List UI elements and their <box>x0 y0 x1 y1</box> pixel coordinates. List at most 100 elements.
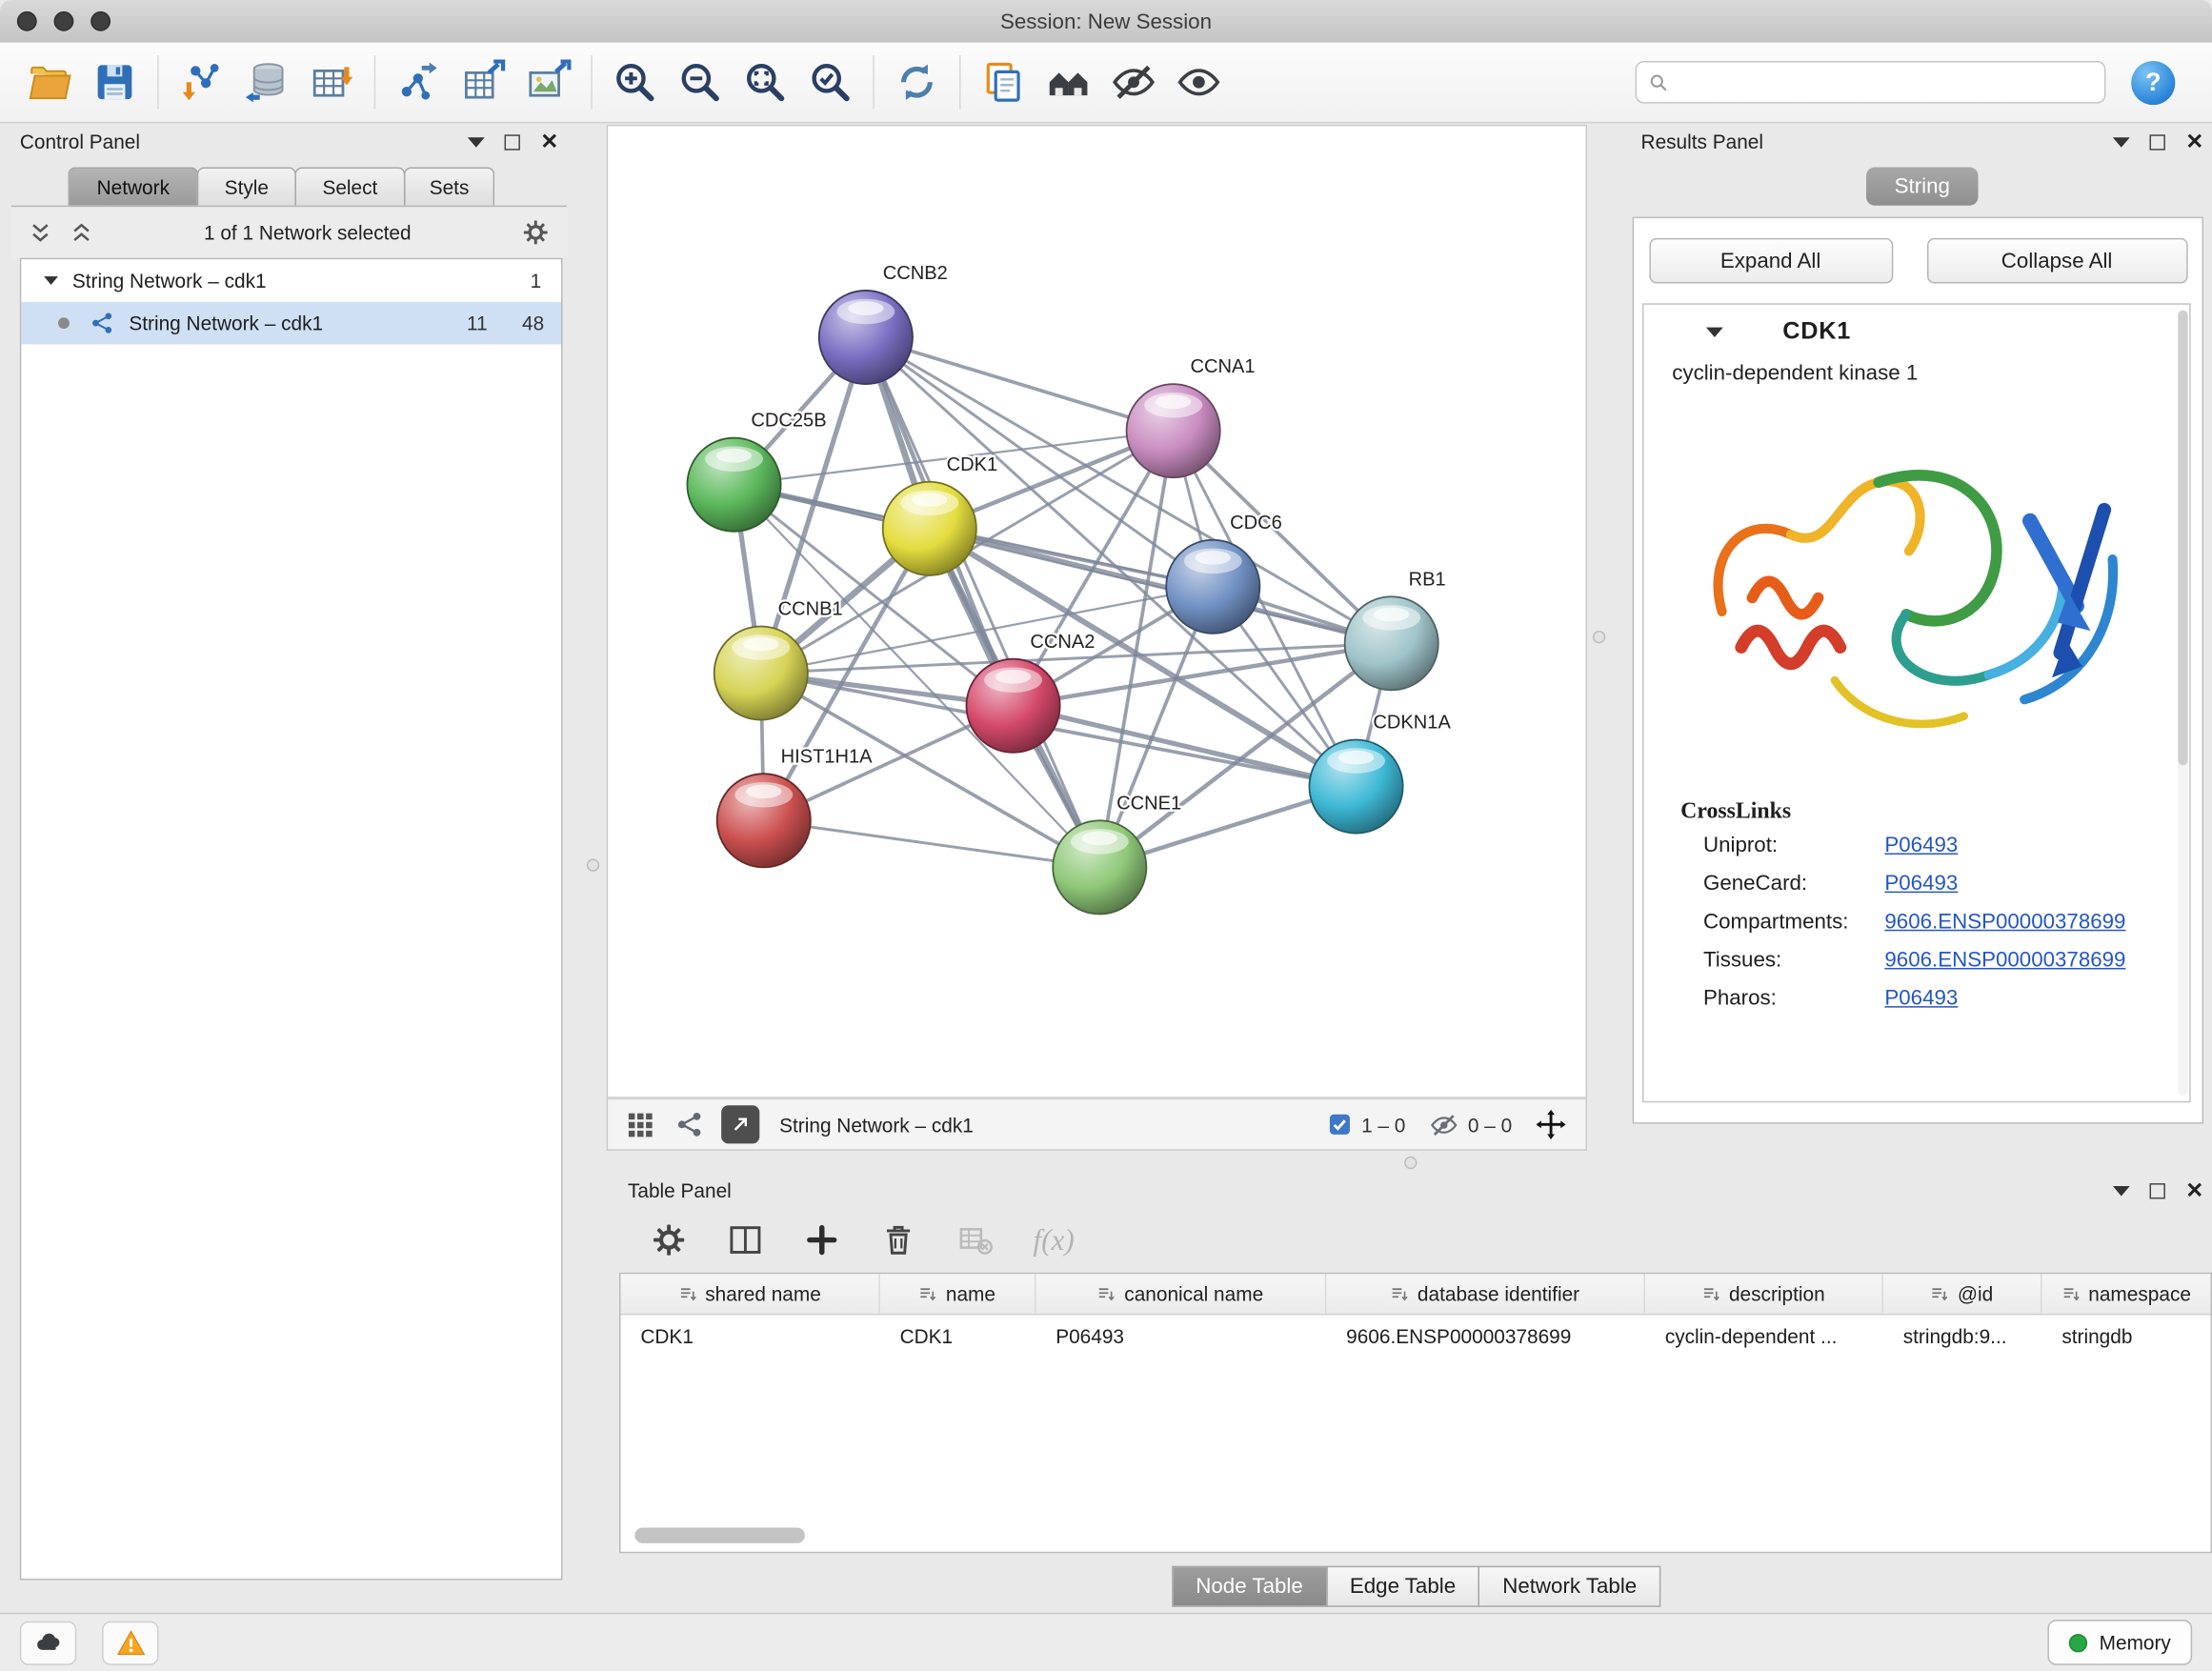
search-field[interactable] <box>1636 61 2106 104</box>
search-icon <box>1648 71 1669 92</box>
float-panel-icon[interactable] <box>2150 1182 2165 1198</box>
copy-button[interactable] <box>971 50 1036 114</box>
column-header-namespace[interactable]: namespace <box>2041 1274 2210 1314</box>
crosslink-label: Compartments: <box>1703 910 1884 934</box>
maximize-window-button[interactable] <box>90 11 111 31</box>
tab-network-table[interactable]: Network Table <box>1478 1566 1661 1607</box>
network-graph[interactable]: CCNB2CCNA1CDC25BCDK1CDC6RB1CCNB1CCNA2CDK… <box>608 126 1585 1097</box>
crosslink-uniprot-link[interactable]: P06493 <box>1884 834 1958 857</box>
import-network-file-button[interactable] <box>169 50 233 114</box>
results-scrollbar[interactable] <box>2178 311 2187 1096</box>
close-panel-icon[interactable]: ✕ <box>2185 131 2203 152</box>
cell-id[interactable]: stringdb:9... <box>1883 1325 2042 1348</box>
table-row[interactable]: CDK1 CDK1 P06493 9606.ENSP00000378699 cy… <box>621 1315 2211 1358</box>
network-collection-row[interactable]: String Network – cdk1 1 <box>21 259 561 302</box>
warnings-button[interactable] <box>102 1621 158 1664</box>
chevrons-up-icon[interactable] <box>70 220 93 244</box>
tab-style[interactable]: Style <box>197 168 296 206</box>
zoom-in-button[interactable] <box>602 50 667 114</box>
close-panel-icon[interactable]: ✕ <box>2185 1179 2203 1200</box>
overview-button[interactable] <box>1036 50 1100 114</box>
panel-menu-icon[interactable] <box>2113 137 2130 147</box>
selected-checkbox-icon <box>1327 1113 1351 1137</box>
delete-icon[interactable] <box>880 1221 917 1258</box>
zoom-out-icon <box>677 59 723 105</box>
crosslink-row-tissues: Tissues: 9606.ENSP00000378699 <box>1703 948 2189 972</box>
column-header-shared-name[interactable]: shared name <box>621 1274 880 1314</box>
crosslink-pharos-link[interactable]: P06493 <box>1884 986 1958 1010</box>
column-header-description[interactable]: description <box>1645 1274 1883 1314</box>
cell-namespace[interactable]: stringdb <box>2041 1325 2210 1348</box>
panel-menu-icon[interactable] <box>469 137 486 147</box>
network-row[interactable]: String Network – cdk1 11 48 <box>21 302 561 345</box>
toolbar-separator <box>959 55 960 110</box>
bottom-splitter-handle[interactable] <box>1404 1157 1417 1169</box>
pan-crosshair-icon[interactable] <box>1536 1110 1565 1139</box>
add-column-icon[interactable] <box>803 1221 840 1258</box>
cell-shared-name[interactable]: CDK1 <box>621 1325 880 1348</box>
network-view[interactable]: CCNB2CCNA1CDC25BCDK1CDC6RB1CCNB1CCNA2CDK… <box>607 125 1587 1098</box>
zoom-selected-button[interactable] <box>797 50 862 114</box>
cell-description[interactable]: cyclin-dependent ... <box>1645 1325 1883 1348</box>
column-header-database-identifier[interactable]: database identifier <box>1326 1274 1645 1314</box>
entry-expand-icon[interactable] <box>1706 327 1723 336</box>
export-image-button[interactable] <box>515 50 580 114</box>
results-panel: Results Panel ✕ String Expand All Collap… <box>1633 125 2212 1124</box>
import-network-database-button[interactable] <box>233 50 298 114</box>
new-network-from-selection-button[interactable] <box>386 50 451 114</box>
apply-layout-button[interactable] <box>884 50 949 114</box>
column-header-name[interactable]: name <box>880 1274 1036 1314</box>
cell-canonical-name[interactable]: P06493 <box>1036 1325 1326 1348</box>
tab-network[interactable]: Network <box>68 168 198 206</box>
cloud-status-button[interactable] <box>20 1621 77 1664</box>
collapse-all-button[interactable]: Collapse All <box>1926 238 2187 284</box>
crosslink-genecard-link[interactable]: P06493 <box>1884 872 1958 896</box>
zoom-in-icon <box>613 59 658 105</box>
search-input[interactable] <box>1678 70 2093 95</box>
save-session-button[interactable] <box>82 50 147 114</box>
float-panel-icon[interactable] <box>505 134 520 150</box>
zoom-out-button[interactable] <box>668 50 733 114</box>
network-edge[interactable] <box>1014 706 1357 787</box>
expand-all-button[interactable]: Expand All <box>1649 238 1893 284</box>
float-panel-icon[interactable] <box>2150 134 2165 150</box>
export-table-button[interactable] <box>451 50 515 114</box>
show-all-button[interactable] <box>1166 50 1231 114</box>
table-horizontal-scrollbar[interactable] <box>634 1528 805 1543</box>
cell-database-identifier[interactable]: 9606.ENSP00000378699 <box>1326 1325 1645 1348</box>
columns-icon[interactable] <box>727 1221 764 1258</box>
share-network-icon[interactable] <box>674 1110 704 1139</box>
birdseye-view-button[interactable] <box>721 1105 759 1143</box>
column-header-id[interactable]: @id <box>1883 1274 2042 1314</box>
minimize-window-button[interactable] <box>54 11 74 31</box>
import-table-button[interactable] <box>299 50 364 114</box>
crosslink-tissues-link[interactable]: 9606.ENSP00000378699 <box>1884 948 2125 972</box>
memory-button[interactable]: Memory <box>2048 1620 2192 1665</box>
tab-select[interactable]: Select <box>294 168 405 206</box>
panel-menu-icon[interactable] <box>2113 1185 2130 1195</box>
collection-expand-icon[interactable] <box>44 276 58 285</box>
control-panel-title: Control Panel <box>20 131 140 153</box>
network-edge[interactable] <box>866 337 1174 431</box>
table-settings-gear-icon[interactable] <box>651 1221 688 1258</box>
left-splitter-handle[interactable] <box>587 858 599 871</box>
tab-node-table[interactable]: Node Table <box>1172 1566 1327 1607</box>
network-edge[interactable] <box>764 820 1100 867</box>
close-window-button[interactable] <box>17 11 37 31</box>
tab-string[interactable]: String <box>1866 168 1979 206</box>
hide-selected-button[interactable] <box>1101 50 1166 114</box>
close-panel-icon[interactable]: ✕ <box>540 131 558 152</box>
cell-name[interactable]: CDK1 <box>880 1325 1036 1348</box>
tab-sets[interactable]: Sets <box>404 168 494 206</box>
open-session-button[interactable] <box>17 50 82 114</box>
column-header-canonical-name[interactable]: canonical name <box>1036 1274 1326 1314</box>
zoom-fit-button[interactable] <box>733 50 797 114</box>
tab-edge-table[interactable]: Edge Table <box>1326 1566 1480 1607</box>
network-edge[interactable] <box>866 337 1099 867</box>
gear-icon[interactable] <box>521 218 550 247</box>
help-button[interactable]: ? <box>2131 60 2175 104</box>
right-splitter-handle[interactable] <box>1593 631 1605 643</box>
chevrons-down-icon[interactable] <box>29 220 52 244</box>
crosslink-compartments-link[interactable]: 9606.ENSP00000378699 <box>1884 910 2125 934</box>
grid-icon[interactable] <box>625 1110 654 1139</box>
